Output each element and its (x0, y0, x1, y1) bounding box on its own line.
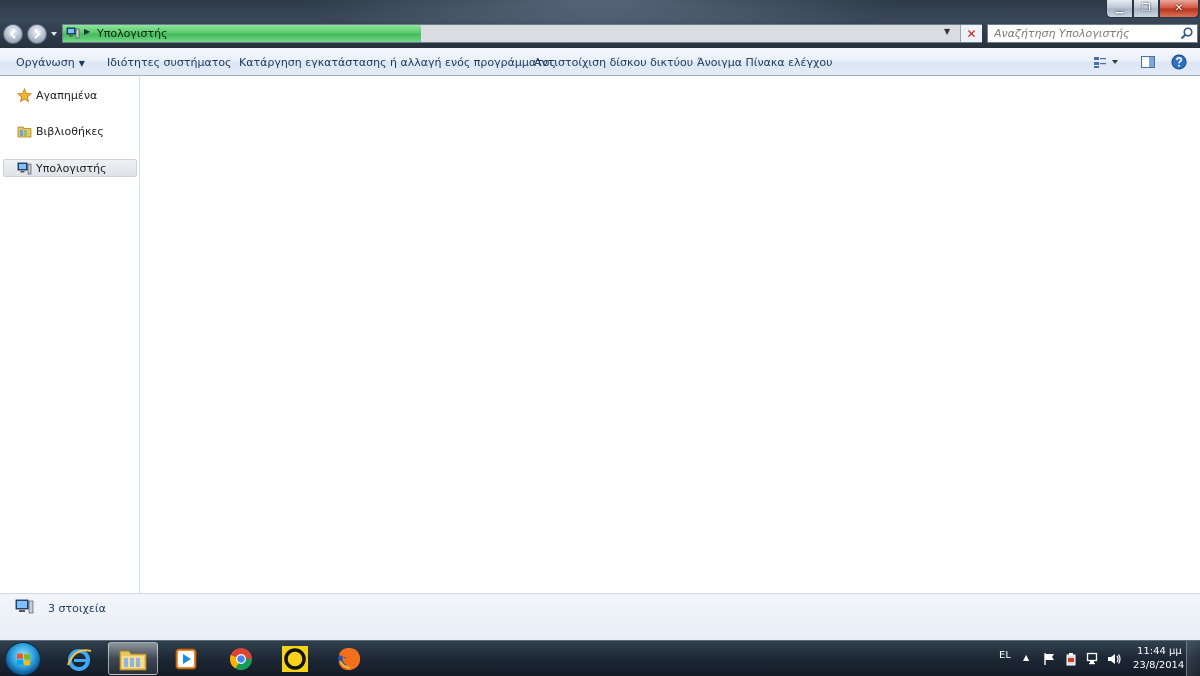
stop-icon: ✕ (966, 26, 977, 41)
computer-icon (15, 599, 34, 614)
close-icon: ✕ (1174, 3, 1184, 14)
battery-power-icon[interactable] (1064, 652, 1078, 666)
maximize-icon: ❐ (1141, 3, 1151, 14)
show-hidden-icons-button[interactable]: ▲ (1023, 653, 1037, 667)
taskbar-windows-explorer[interactable] (108, 642, 158, 675)
norton-icon (282, 645, 308, 672)
stop-loading-button[interactable]: ✕ (960, 25, 982, 42)
details-pane: 3 στοιχεία (0, 593, 1200, 641)
taskbar-firefox[interactable] (324, 642, 374, 675)
address-bar[interactable]: ▶ Υπολογιστής ▼ ✕ (62, 24, 982, 43)
breadcrumb-computer[interactable]: Υπολογιστής (97, 27, 168, 40)
library-folder-icon (17, 126, 32, 138)
nav-item-computer[interactable]: Υπολογιστής (3, 159, 137, 177)
forward-arrow-icon (34, 29, 41, 39)
computer-icon (66, 27, 80, 39)
nav-item-libraries[interactable]: Βιβλιοθήκες (0, 122, 139, 141)
minimize-button[interactable]: ▁ (1106, 0, 1133, 18)
maximize-button[interactable]: ❐ (1133, 0, 1159, 18)
preview-pane-icon[interactable] (1140, 54, 1156, 70)
command-bar: Οργάνωση ▼ Ιδιότητες συστήματος Κατάργηση… (0, 48, 1200, 76)
nav-label-computer: Υπολογιστής (36, 162, 107, 175)
windows-logo-icon (17, 653, 30, 666)
back-arrow-icon (9, 29, 16, 39)
organize-label: Οργάνωση (16, 56, 75, 69)
open-control-panel-button[interactable]: Άνοιγμα Πίνακα ελέγχου (697, 56, 832, 69)
start-button[interactable] (5, 642, 41, 676)
map-network-drive-button[interactable]: Αντιστοίχιση δίσκου δικτύου (534, 56, 693, 69)
clock-time[interactable]: 11:44 μμ (1137, 646, 1182, 657)
item-count: 3 στοιχεία (48, 602, 106, 615)
taskbar-google-chrome[interactable] (216, 642, 266, 675)
help-icon[interactable] (1171, 54, 1187, 70)
minimize-icon: ▁ (1115, 3, 1124, 14)
clock-date[interactable]: 23/8/2014 (1133, 660, 1184, 671)
media-player-icon (175, 648, 197, 669)
view-options-icon[interactable] (1093, 54, 1121, 70)
action-center-flag-icon[interactable] (1043, 652, 1057, 666)
volume-icon[interactable] (1107, 652, 1121, 666)
chevron-down-icon (51, 32, 57, 36)
folder-icon (119, 650, 147, 670)
chevron-down-icon: ▼ (78, 59, 85, 68)
back-button[interactable] (3, 24, 23, 44)
nav-label-favorites: Αγαπημένα (36, 89, 98, 102)
star-icon (17, 88, 32, 103)
network-icon[interactable] (1086, 652, 1100, 666)
search-icon[interactable] (1180, 26, 1194, 40)
uninstall-program-button[interactable]: Κατάργηση εγκατάστασης ή αλλαγή ενός προ… (239, 56, 556, 69)
language-indicator[interactable]: EL (999, 650, 1011, 661)
breadcrumb-separator[interactable]: ▶ (84, 27, 90, 36)
system-properties-button[interactable]: Ιδιότητες συστήματος (107, 56, 232, 69)
taskbar: EL ▲ 11:44 μμ 23/8/2014 (0, 640, 1200, 676)
show-desktop-button[interactable] (1186, 641, 1200, 676)
forward-button[interactable] (27, 24, 47, 44)
search-input[interactable] (990, 26, 1178, 41)
close-button[interactable]: ✕ (1159, 0, 1199, 18)
nav-item-favorites[interactable]: Αγαπημένα (0, 86, 139, 105)
nav-label-libraries: Βιβλιοθήκες (36, 125, 104, 138)
search-box[interactable] (987, 24, 1198, 43)
chrome-icon (230, 647, 252, 670)
taskbar-internet-explorer[interactable] (54, 642, 104, 675)
navigation-pane: Αγαπημένα Βιβλιοθήκες Υπολογιστής (0, 76, 140, 593)
taskbar-media-player[interactable] (161, 642, 211, 675)
recent-pages-button[interactable] (50, 30, 58, 38)
address-dropdown-icon[interactable]: ▼ (944, 27, 950, 36)
organize-button[interactable]: Οργάνωση ▼ (16, 56, 85, 69)
computer-icon (17, 162, 32, 175)
file-list-area[interactable] (140, 76, 1200, 593)
internet-explorer-icon (67, 648, 92, 671)
taskbar-norton[interactable] (270, 642, 320, 675)
window-title-area: ▁ ❐ ✕ ▶ Υπολογιστής ▼ ✕ (0, 0, 1200, 48)
firefox-icon (338, 647, 361, 670)
